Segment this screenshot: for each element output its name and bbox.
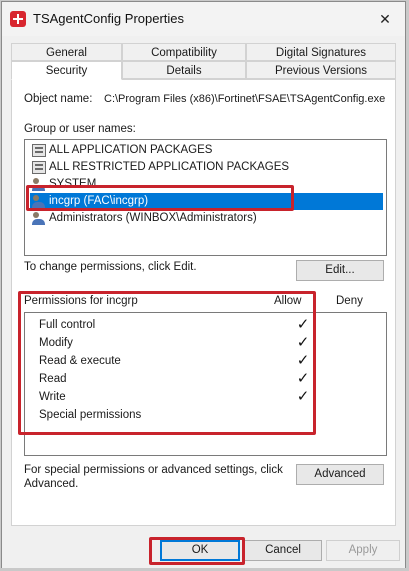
package-icon <box>32 161 46 174</box>
group-name: ALL RESTRICTED APPLICATION PACKAGES <box>49 161 290 173</box>
change-permissions-hint: To change permissions, click Edit. <box>24 261 197 273</box>
list-item[interactable]: Administrators (WINBOX\Administrators) <box>30 210 383 227</box>
edit-button[interactable]: Edit... <box>296 260 384 281</box>
highlight-permissions <box>18 291 316 435</box>
object-name-label: Object name: <box>24 93 93 105</box>
tab-security[interactable]: Security <box>11 61 122 80</box>
group-name: ALL APPLICATION PACKAGES <box>49 144 213 156</box>
group-name: Administrators (WINBOX\Administrators) <box>49 212 257 224</box>
list-item[interactable]: ALL RESTRICTED APPLICATION PACKAGES <box>30 159 383 176</box>
advanced-hint-line-2: Advanced. <box>24 478 79 490</box>
tab-compatibility[interactable]: Compatibility <box>122 43 246 61</box>
highlight-ok-button <box>149 537 245 565</box>
cancel-button[interactable]: Cancel <box>244 540 322 561</box>
fortinet-app-icon <box>10 11 26 27</box>
users-icon <box>32 212 46 225</box>
tab-previous-versions[interactable]: Previous Versions <box>246 61 396 79</box>
window-title: TSAgentConfig Properties <box>33 11 185 26</box>
tab-strip: General Compatibility Digital Signatures… <box>11 43 396 80</box>
advanced-hint-line-1: For special permissions or advanced sett… <box>24 464 283 476</box>
package-icon <box>32 144 46 157</box>
advanced-button[interactable]: Advanced <box>296 464 384 485</box>
highlight-selected-group <box>26 185 294 211</box>
tab-digital-signatures[interactable]: Digital Signatures <box>246 43 396 61</box>
group-list-label: Group or user names: <box>24 123 136 135</box>
object-name-value: C:\Program Files (x86)\Fortinet\FSAE\TSA… <box>104 93 386 105</box>
tab-general[interactable]: General <box>11 43 122 61</box>
tab-details[interactable]: Details <box>122 61 246 79</box>
properties-dialog: TSAgentConfig Properties ✕ General Compa… <box>1 1 406 568</box>
close-button[interactable]: ✕ <box>373 7 397 31</box>
deny-column-header: Deny <box>336 295 363 307</box>
list-item[interactable]: ALL APPLICATION PACKAGES <box>30 142 383 159</box>
title-bar: TSAgentConfig Properties ✕ <box>2 2 405 36</box>
apply-button[interactable]: Apply <box>326 540 400 561</box>
